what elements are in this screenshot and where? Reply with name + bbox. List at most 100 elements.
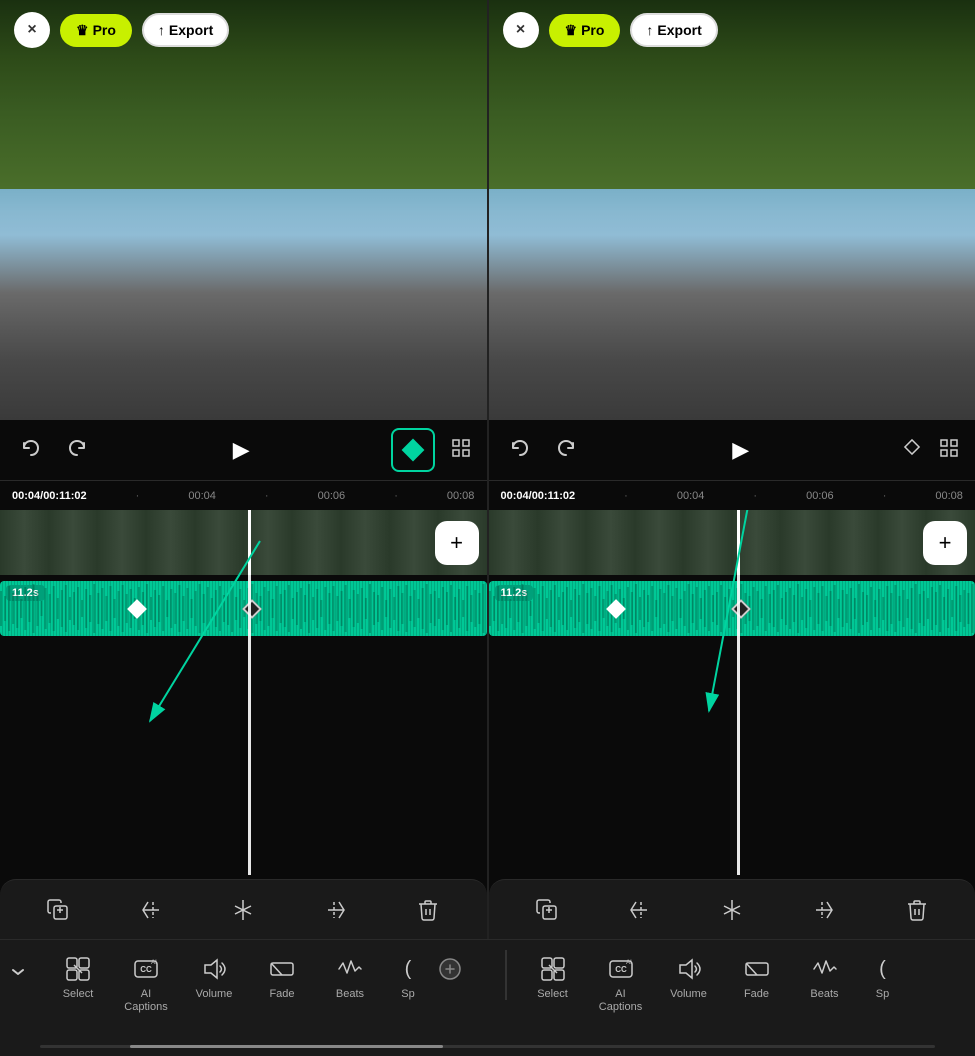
right-video-track[interactable]: + <box>489 510 975 575</box>
crown-icon-right: ♛ <box>565 22 578 39</box>
right-audio-waveform: 11.2s <box>489 581 975 636</box>
right-copy-tool[interactable] <box>527 890 567 930</box>
nav-item-ai-captions-right-label: AI Captions <box>599 988 642 1014</box>
right-redo-button[interactable] <box>551 435 581 465</box>
expand-icon-left <box>438 954 462 984</box>
upload-icon-right: ↑ <box>646 22 653 38</box>
right-diamond-button[interactable] <box>901 436 923 464</box>
ruler-timestamp: 00:04/00:11:02 <box>12 490 87 502</box>
nav-item-speed-right[interactable]: ( Sp <box>859 950 907 1005</box>
left-panel-header: × ♛ Pro ↑ Export <box>0 0 487 60</box>
nav-item-ai-captions-left[interactable]: CC AI AI Captions <box>112 950 180 1018</box>
nav-item-speed-left[interactable]: ( Sp <box>384 950 432 1005</box>
right-ruler-labels: 00:04/00:11:02 · 00:04 · 00:06 · 00:08 <box>497 490 968 502</box>
left-split-left-tool[interactable] <box>131 890 171 930</box>
nav-item-select-right[interactable]: Select <box>519 950 587 1005</box>
fade-icon-right <box>743 954 771 984</box>
collapse-button[interactable] <box>0 954 36 990</box>
nav-item-fade-right-label: Fade <box>744 988 769 1001</box>
right-undo-button[interactable] <box>505 435 535 465</box>
left-clip-toolbar <box>0 879 487 939</box>
timeline-area: ▶ 00:04/00:11:02 · 00:04 · 00:0 <box>0 420 975 939</box>
left-delete-tool[interactable] <box>408 890 448 930</box>
right-thumbnail-strip <box>489 510 975 575</box>
left-play-button[interactable]: ▶ <box>229 433 254 467</box>
volume-icon-left <box>200 954 228 984</box>
left-controls-row: ▶ <box>0 420 487 480</box>
right-split-tool[interactable] <box>712 890 752 930</box>
nav-item-fade-left[interactable]: Fade <box>248 950 316 1005</box>
scrollbar-thumb[interactable] <box>130 1045 443 1048</box>
nav-item-beats-left-label: Beats <box>336 988 364 1001</box>
nav-item-volume-right-label: Volume <box>670 988 707 1001</box>
nav-item-select-left[interactable]: Select <box>44 950 112 1005</box>
right-split-right-tool[interactable] <box>804 890 844 930</box>
right-timeline-ruler: 00:04/00:11:02 · 00:04 · 00:06 · 00:08 <box>489 480 975 510</box>
nav-item-beats-right-label: Beats <box>810 988 838 1001</box>
left-thumbnail-strip <box>0 510 487 575</box>
scrollbar-area <box>0 1039 975 1056</box>
left-timeline-panel: ▶ 00:04/00:11:02 · 00:04 · 00:0 <box>0 420 487 939</box>
right-ruler-timestamp: 00:04/00:11:02 <box>501 490 576 502</box>
right-add-clip-button[interactable]: + <box>923 521 967 565</box>
nav-divider <box>505 950 507 1000</box>
left-copy-tool[interactable] <box>38 890 78 930</box>
left-split-tool[interactable] <box>223 890 263 930</box>
left-tracks-container: + 11.2s <box>0 510 487 875</box>
ai-captions-icon-right: CC AI <box>607 954 635 984</box>
left-expand-button[interactable] <box>451 438 471 463</box>
select-icon-right <box>539 954 567 984</box>
left-split-right-tool[interactable] <box>316 890 356 930</box>
right-clip-toolbar <box>489 879 975 939</box>
left-video-track[interactable]: + <box>0 510 487 575</box>
nav-item-ai-captions-right[interactable]: CC AI AI Captions <box>587 950 655 1018</box>
upload-icon: ↑ <box>158 22 165 38</box>
nav-item-volume-left[interactable]: Volume <box>180 950 248 1005</box>
nav-item-select-left-label: Select <box>63 988 94 1001</box>
right-controls-row: ▶ <box>489 420 975 480</box>
left-nav-items: Select CC AI AI Captions Vol <box>36 950 501 1018</box>
left-playhead-video <box>248 510 251 575</box>
nav-expand-left[interactable] <box>432 950 468 988</box>
left-keyframe-button[interactable] <box>391 428 435 472</box>
nav-item-volume-right[interactable]: Volume <box>655 950 723 1005</box>
nav-item-fade-left-label: Fade <box>269 988 294 1001</box>
right-audio-track[interactable]: 11.2s <box>489 581 975 636</box>
right-export-button[interactable]: ↑ Export <box>630 13 717 47</box>
right-video-preview <box>489 0 975 420</box>
left-add-clip-button[interactable]: + <box>435 521 479 565</box>
svg-text:AI: AI <box>151 960 157 966</box>
left-timeline-ruler: 00:04/00:11:02 · 00:04 · 00:06 · 00:08 <box>0 480 487 510</box>
video-panels-row: × ♛ Pro ↑ Export × ♛ Pro ↑ Export <box>0 0 975 420</box>
nav-item-fade-right[interactable]: Fade <box>723 950 791 1005</box>
nav-item-speed-right-label: Sp <box>876 988 889 1001</box>
right-delete-tool[interactable] <box>897 890 937 930</box>
left-redo-button[interactable] <box>62 435 92 465</box>
right-play-button[interactable]: ▶ <box>728 433 753 467</box>
left-audio-track[interactable]: 11.2s <box>0 581 487 636</box>
left-audio-waveform: 11.2s <box>0 581 487 636</box>
nav-item-speed-left-label: Sp <box>401 988 414 1001</box>
left-close-button[interactable]: × <box>14 12 50 48</box>
svg-text:CC: CC <box>615 965 627 974</box>
right-playhead-video <box>737 510 740 575</box>
nav-item-beats-right[interactable]: Beats <box>791 950 859 1005</box>
svg-text:AI: AI <box>626 960 632 966</box>
ai-captions-icon-left: CC AI <box>132 954 160 984</box>
left-undo-button[interactable] <box>16 435 46 465</box>
right-expand-button[interactable] <box>939 438 959 463</box>
nav-item-beats-left[interactable]: Beats <box>316 950 384 1005</box>
speed-icon-left: ( <box>405 954 412 984</box>
speed-icon-right: ( <box>879 954 886 984</box>
right-tracks-container: + 11.2s <box>489 510 975 875</box>
nav-item-ai-captions-left-label: AI Captions <box>124 988 167 1014</box>
left-pro-button[interactable]: ♛ Pro <box>60 14 132 47</box>
right-split-left-tool[interactable] <box>619 890 659 930</box>
right-pro-button[interactable]: ♛ Pro <box>549 14 621 47</box>
left-export-button[interactable]: ↑ Export <box>142 13 229 47</box>
nav-item-volume-left-label: Volume <box>196 988 233 1001</box>
volume-icon-right <box>675 954 703 984</box>
scrollbar-track[interactable] <box>40 1045 935 1048</box>
right-close-button[interactable]: × <box>503 12 539 48</box>
right-nav-items: Select CC AI AI Captions Vol <box>511 950 975 1018</box>
